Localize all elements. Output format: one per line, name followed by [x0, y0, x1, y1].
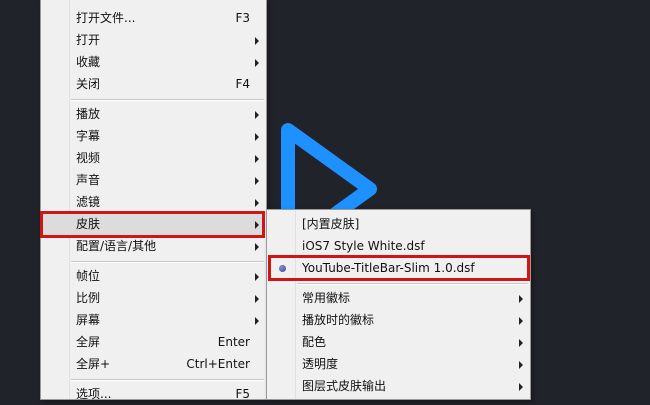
submenu-item-common-logo[interactable]: 常用徽标: [268, 287, 529, 309]
menu-separator: [297, 283, 528, 285]
menu-item-options[interactable]: 选项... F5: [42, 383, 265, 405]
context-menu: 打开文件... F3 打开 收藏 关闭 F4 播放 字幕 视频 声音 滤镜 皮肤…: [40, 0, 267, 401]
menu-item-screen[interactable]: 屏幕: [42, 309, 265, 331]
chevron-right-icon: [519, 317, 523, 325]
chevron-right-icon: [255, 199, 259, 207]
chevron-right-icon: [255, 243, 259, 251]
radio-dot-icon: [279, 265, 286, 272]
submenu-item-builtin-skin[interactable]: [内置皮肤]: [268, 213, 529, 235]
menu-item-fullscreen-plus[interactable]: 全屏+ Ctrl+Enter: [42, 353, 265, 375]
menu-item-favorites[interactable]: 收藏: [42, 51, 265, 73]
chevron-right-icon: [519, 295, 523, 303]
menu-item-subtitles[interactable]: 字幕: [42, 125, 265, 147]
chevron-right-icon: [255, 155, 259, 163]
menu-item-filters[interactable]: 滤镜: [42, 191, 265, 213]
submenu-item-transparency[interactable]: 透明度: [268, 353, 529, 375]
menu-item-playback[interactable]: 播放: [42, 103, 265, 125]
menu-item-aspect-ratio[interactable]: 比例: [42, 287, 265, 309]
chevron-right-icon: [255, 37, 259, 45]
menu-item-close[interactable]: 关闭 F4: [42, 73, 265, 95]
submenu-item-color-scheme[interactable]: 配色: [268, 331, 529, 353]
chevron-right-icon: [255, 177, 259, 185]
chevron-right-icon: [255, 59, 259, 67]
menu-separator: [71, 261, 264, 263]
menu-item-frame-position[interactable]: 帧位: [42, 265, 265, 287]
chevron-right-icon: [519, 361, 523, 369]
chevron-right-icon: [255, 273, 259, 281]
chevron-right-icon: [255, 111, 259, 119]
menu-item-open-file[interactable]: 打开文件... F3: [42, 7, 265, 29]
chevron-right-icon: [255, 317, 259, 325]
chevron-right-icon: [519, 339, 523, 347]
submenu-item-youtube-titlebar-slim[interactable]: YouTube-TitleBar-Slim 1.0.dsf: [268, 257, 529, 279]
menu-item-skin[interactable]: 皮肤: [42, 213, 265, 235]
menu-item-open[interactable]: 打开: [42, 29, 265, 51]
skin-submenu: [内置皮肤] iOS7 Style White.dsf YouTube-Titl…: [266, 209, 531, 400]
menu-separator: [71, 99, 264, 101]
menu-item-fullscreen[interactable]: 全屏 Enter: [42, 331, 265, 353]
chevron-right-icon: [255, 295, 259, 303]
menu-item-video[interactable]: 视频: [42, 147, 265, 169]
chevron-right-icon: [255, 221, 259, 229]
menu-item-audio[interactable]: 声音: [42, 169, 265, 191]
menu-separator: [71, 379, 264, 381]
chevron-right-icon: [255, 133, 259, 141]
submenu-item-layered-skin-output[interactable]: 图层式皮肤输出: [268, 375, 529, 397]
submenu-item-ios7-style-white[interactable]: iOS7 Style White.dsf: [268, 235, 529, 257]
chevron-right-icon: [519, 383, 523, 391]
menu-item-config-language-other[interactable]: 配置/语言/其他: [42, 235, 265, 257]
submenu-item-playback-logo[interactable]: 播放时的徽标: [268, 309, 529, 331]
